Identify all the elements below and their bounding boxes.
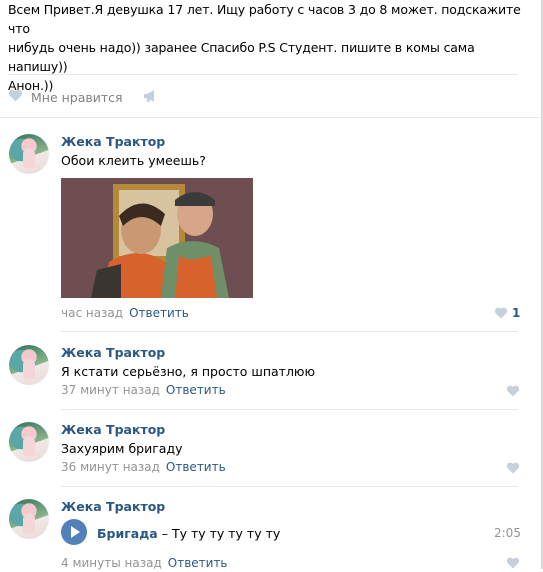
comment-author[interactable]: Жека Трактор bbox=[61, 499, 165, 514]
comment-separator bbox=[61, 409, 518, 410]
heart-icon[interactable] bbox=[506, 557, 520, 572]
comment-meta: час назад Ответить bbox=[61, 306, 189, 320]
post-actions: Мне нравится bbox=[8, 87, 158, 107]
comment-text: Я кстати серьёзно, я просто шпатлюю bbox=[61, 364, 315, 379]
heart-icon[interactable] bbox=[8, 89, 23, 105]
comment-separator bbox=[61, 486, 518, 487]
post-text-line: Всем Привет.Я девушка 17 лет. Ищу работу… bbox=[8, 2, 521, 36]
audio-duration: 2:05 bbox=[494, 526, 521, 540]
comment-meta: 37 минут назад Ответить bbox=[61, 383, 226, 397]
audio-title: Ту ту ту ту ту ту bbox=[171, 526, 281, 541]
heart-icon[interactable] bbox=[506, 462, 520, 477]
comment-time[interactable]: 36 минут назад bbox=[61, 460, 160, 474]
comment-author[interactable]: Жека Трактор bbox=[61, 345, 165, 360]
avatar[interactable] bbox=[9, 499, 49, 539]
audio-track[interactable]: Бригада – Ту ту ту ту ту ту bbox=[97, 526, 280, 541]
comment-author[interactable]: Жека Трактор bbox=[61, 422, 165, 437]
comment-separator bbox=[61, 331, 518, 332]
comment-time[interactable]: час назад bbox=[61, 306, 123, 320]
comments-separator bbox=[0, 117, 541, 118]
post-text: Всем Привет.Я девушка 17 лет. Ищу работу… bbox=[8, 0, 523, 95]
post-text-line: нибудь очень надо)) заранее Спасибо P.S … bbox=[8, 40, 475, 74]
comment-photo[interactable] bbox=[61, 178, 253, 298]
comment-author[interactable]: Жека Трактор bbox=[61, 134, 165, 149]
reply-button[interactable]: Ответить bbox=[166, 460, 226, 474]
reply-button[interactable]: Ответить bbox=[166, 383, 226, 397]
comment-time[interactable]: 37 минут назад bbox=[61, 383, 160, 397]
avatar[interactable] bbox=[9, 345, 49, 385]
heart-icon[interactable] bbox=[506, 385, 520, 400]
audio-dash: – bbox=[161, 526, 168, 541]
like-count: 1 bbox=[512, 306, 521, 320]
comment-text: Захуярим бригаду bbox=[61, 441, 183, 456]
audio-artist[interactable]: Бригада bbox=[97, 526, 158, 541]
audio-play-button[interactable] bbox=[61, 519, 87, 545]
comment-photo-image bbox=[61, 178, 253, 298]
reply-button[interactable]: Ответить bbox=[129, 306, 189, 320]
comment-meta: 36 минут назад Ответить bbox=[61, 460, 226, 474]
heart-icon[interactable] bbox=[494, 307, 508, 322]
post-separator bbox=[8, 74, 518, 75]
comment-text: Обои клеить умеешь? bbox=[61, 153, 206, 168]
like-button[interactable]: Мне нравится bbox=[31, 90, 123, 105]
reply-button[interactable]: Ответить bbox=[168, 556, 228, 570]
avatar[interactable] bbox=[9, 422, 49, 462]
comment-time[interactable]: 4 минуты назад bbox=[61, 556, 162, 570]
comment-meta: 4 минуты назад Ответить bbox=[61, 556, 228, 570]
megaphone-icon[interactable] bbox=[143, 89, 158, 106]
avatar[interactable] bbox=[9, 134, 49, 174]
